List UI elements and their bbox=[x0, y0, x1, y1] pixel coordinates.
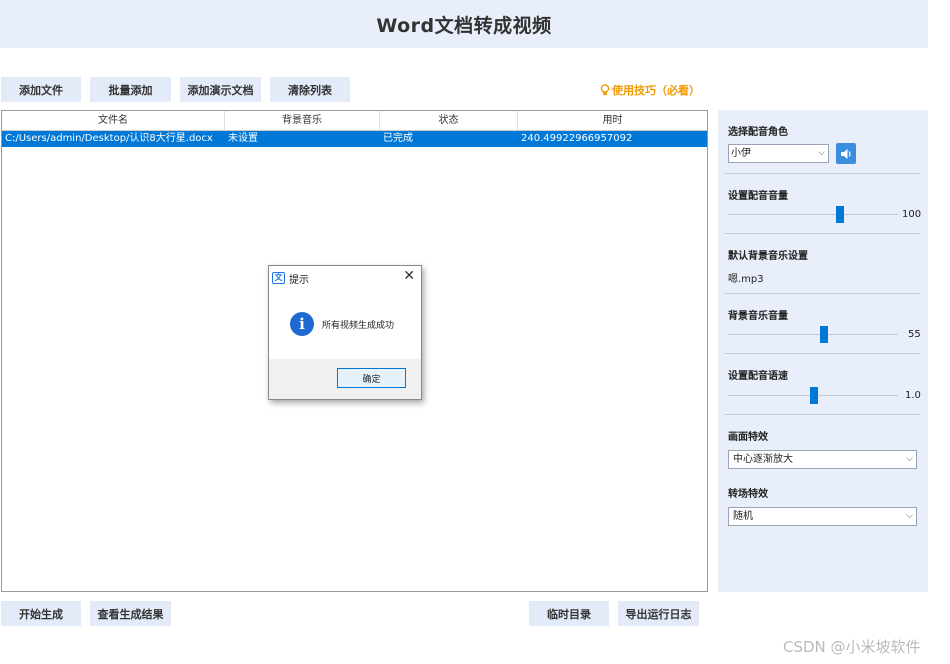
divider bbox=[724, 233, 920, 234]
temp-dir-button[interactable]: 临时目录 bbox=[529, 601, 609, 626]
cell-filename: C:/Users/admin/Desktop/认识8大行星.docx bbox=[5, 133, 213, 144]
chevron-down-icon: ⌵ bbox=[818, 148, 825, 158]
app-header: Word文档转成视频 bbox=[0, 0, 928, 48]
voice-speed-label: 设置配音语速 bbox=[728, 371, 788, 382]
info-icon: i bbox=[290, 312, 314, 336]
preview-voice-button[interactable] bbox=[836, 143, 856, 164]
app-icon: 文 bbox=[272, 272, 285, 284]
voice-role-select[interactable]: 小伊 ⌵ bbox=[728, 144, 829, 163]
batch-add-button[interactable]: 批量添加 bbox=[90, 77, 171, 102]
divider bbox=[724, 293, 920, 294]
clear-list-button[interactable]: 清除列表 bbox=[270, 77, 350, 102]
lightbulb-icon bbox=[600, 84, 610, 96]
settings-panel: 选择配音角色 小伊 ⌵ 设置配音音量 100 默认背景音乐设置 嗯.mp3 背景… bbox=[718, 110, 928, 592]
watermark: CSDN @小米坡软件 bbox=[783, 638, 921, 656]
add-file-button[interactable]: 添加文件 bbox=[1, 77, 81, 102]
bgm-volume-track[interactable] bbox=[728, 334, 898, 335]
transition-value: 随机 bbox=[733, 511, 753, 522]
dialog-title: 提示 bbox=[289, 275, 309, 286]
transition-select[interactable]: 随机 ⌵ bbox=[728, 507, 917, 526]
transition-label: 转场特效 bbox=[728, 489, 768, 500]
tips-label: 使用技巧（必看） bbox=[612, 84, 700, 97]
picture-effect-select[interactable]: 中心逐渐放大 ⌵ bbox=[728, 450, 917, 469]
default-bgm-label: 默认背景音乐设置 bbox=[728, 251, 808, 262]
voice-role-value: 小伊 bbox=[731, 148, 751, 159]
app-title: Word文档转成视频 bbox=[376, 14, 552, 37]
dialog-titlebar[interactable]: 文 提示 ✕ bbox=[269, 266, 421, 290]
table-header: 文件名 背景音乐 状态 用时 bbox=[2, 111, 707, 131]
voice-speed-thumb[interactable] bbox=[810, 387, 818, 404]
column-header-status[interactable]: 状态 bbox=[380, 111, 518, 130]
column-header-time[interactable]: 用时 bbox=[518, 111, 707, 130]
voice-speed-value: 1.0 bbox=[905, 390, 921, 401]
default-bgm-value[interactable]: 嗯.mp3 bbox=[728, 270, 764, 285]
voice-role-label: 选择配音角色 bbox=[728, 127, 788, 138]
cell-music: 未设置 bbox=[228, 133, 258, 144]
start-generate-button[interactable]: 开始生成 bbox=[1, 601, 81, 626]
view-results-button[interactable]: 查看生成结果 bbox=[90, 601, 171, 626]
cell-time: 240.49922966957092 bbox=[521, 133, 633, 144]
column-header-filename[interactable]: 文件名 bbox=[2, 111, 225, 130]
voice-volume-label: 设置配音音量 bbox=[728, 191, 788, 202]
dialog-message: 所有视频生成成功 bbox=[322, 321, 395, 331]
bgm-volume-label: 背景音乐音量 bbox=[728, 311, 788, 322]
close-icon[interactable]: ✕ bbox=[403, 268, 415, 284]
voice-volume-value: 100 bbox=[902, 209, 922, 220]
voice-volume-track[interactable] bbox=[728, 214, 898, 215]
bgm-volume-value: 55 bbox=[908, 329, 921, 340]
message-dialog: 文 提示 ✕ i 所有视频生成成功 确定 bbox=[268, 265, 422, 400]
divider bbox=[724, 414, 920, 415]
bgm-volume-thumb[interactable] bbox=[820, 326, 828, 343]
ok-button[interactable]: 确定 bbox=[337, 368, 406, 388]
picture-effect-label: 画面特效 bbox=[728, 432, 768, 443]
speaker-icon bbox=[840, 148, 851, 159]
column-header-music[interactable]: 背景音乐 bbox=[225, 111, 380, 130]
cell-status: 已完成 bbox=[383, 133, 413, 144]
divider bbox=[724, 173, 920, 174]
chevron-down-icon: ⌵ bbox=[906, 511, 913, 521]
export-log-button[interactable]: 导出运行日志 bbox=[618, 601, 699, 626]
chevron-down-icon: ⌵ bbox=[906, 454, 913, 464]
table-row[interactable]: C:/Users/admin/Desktop/认识8大行星.docx 未设置 已… bbox=[2, 131, 707, 147]
tips-link[interactable]: 使用技巧（必看） bbox=[600, 82, 700, 98]
voice-volume-thumb[interactable] bbox=[836, 206, 844, 223]
divider bbox=[724, 353, 920, 354]
add-presentation-button[interactable]: 添加演示文档 bbox=[180, 77, 261, 102]
picture-effect-value: 中心逐渐放大 bbox=[733, 454, 793, 465]
